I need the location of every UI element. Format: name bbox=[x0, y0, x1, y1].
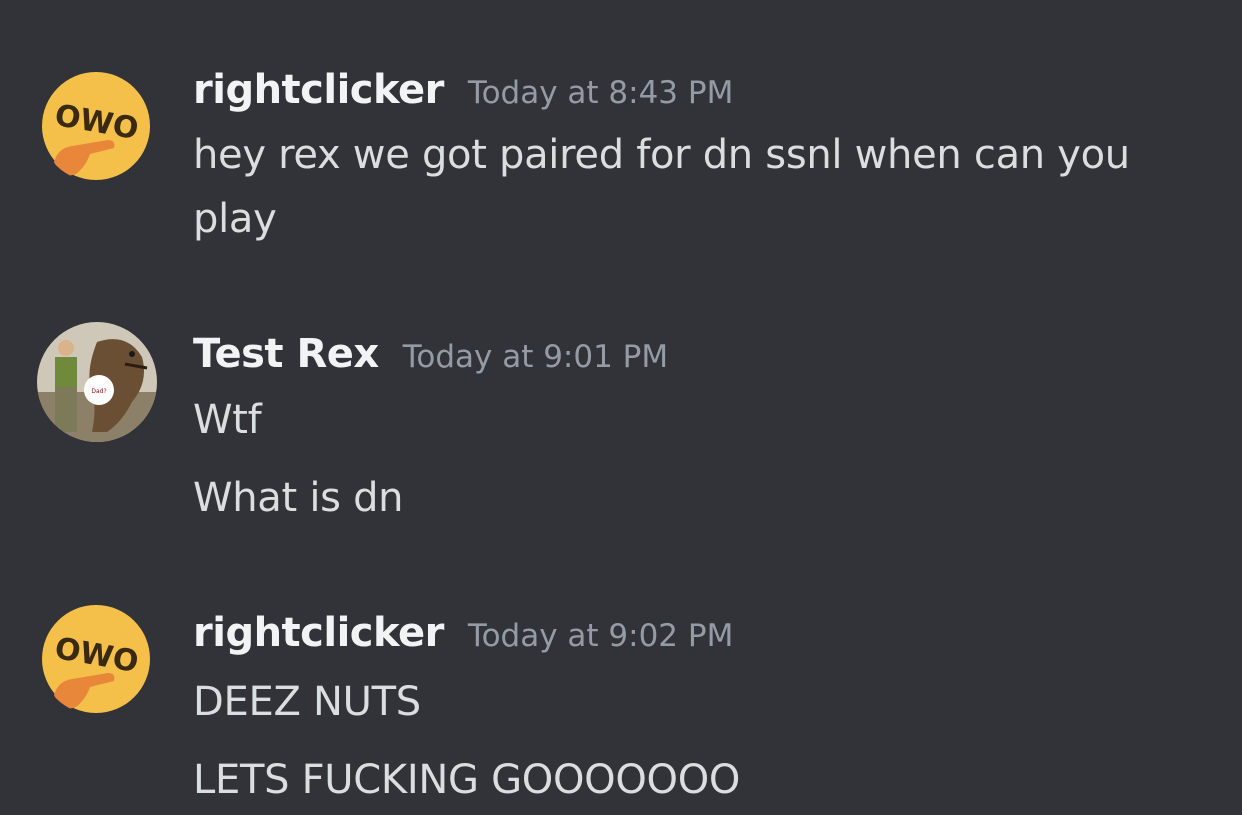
owo-avatar-icon[interactable]: OWO bbox=[40, 70, 152, 182]
message-header: Test Rex Today at 9:01 PM bbox=[193, 334, 668, 374]
message-text: hey rex we got paired for dn ssnl when c… bbox=[193, 132, 1130, 178]
username[interactable]: rightclicker bbox=[193, 70, 444, 110]
owo-avatar-icon[interactable]: OWO bbox=[40, 603, 152, 715]
message-text: Wtf bbox=[193, 397, 262, 443]
message-text: DEEZ NUTS bbox=[193, 679, 421, 725]
message-header: rightclicker Today at 8:43 PM bbox=[193, 70, 733, 110]
timestamp: Today at 9:01 PM bbox=[402, 339, 669, 375]
dinosaur-avatar-icon[interactable]: Dad? bbox=[37, 322, 157, 442]
message-text: What is dn bbox=[193, 475, 404, 521]
message-header: rightclicker Today at 9:02 PM bbox=[193, 613, 733, 653]
chat-message-list: OWO rightclicker Today at 8:43 PM hey rex… bbox=[0, 0, 1242, 815]
message-text: LETS FUCKING GOOOOOOO bbox=[193, 757, 741, 803]
message-text: play bbox=[193, 196, 277, 242]
username[interactable]: rightclicker bbox=[193, 613, 444, 653]
username[interactable]: Test Rex bbox=[193, 334, 379, 374]
svg-text:Dad?: Dad? bbox=[91, 388, 106, 395]
timestamp: Today at 8:43 PM bbox=[467, 75, 734, 111]
timestamp: Today at 9:02 PM bbox=[467, 618, 734, 654]
